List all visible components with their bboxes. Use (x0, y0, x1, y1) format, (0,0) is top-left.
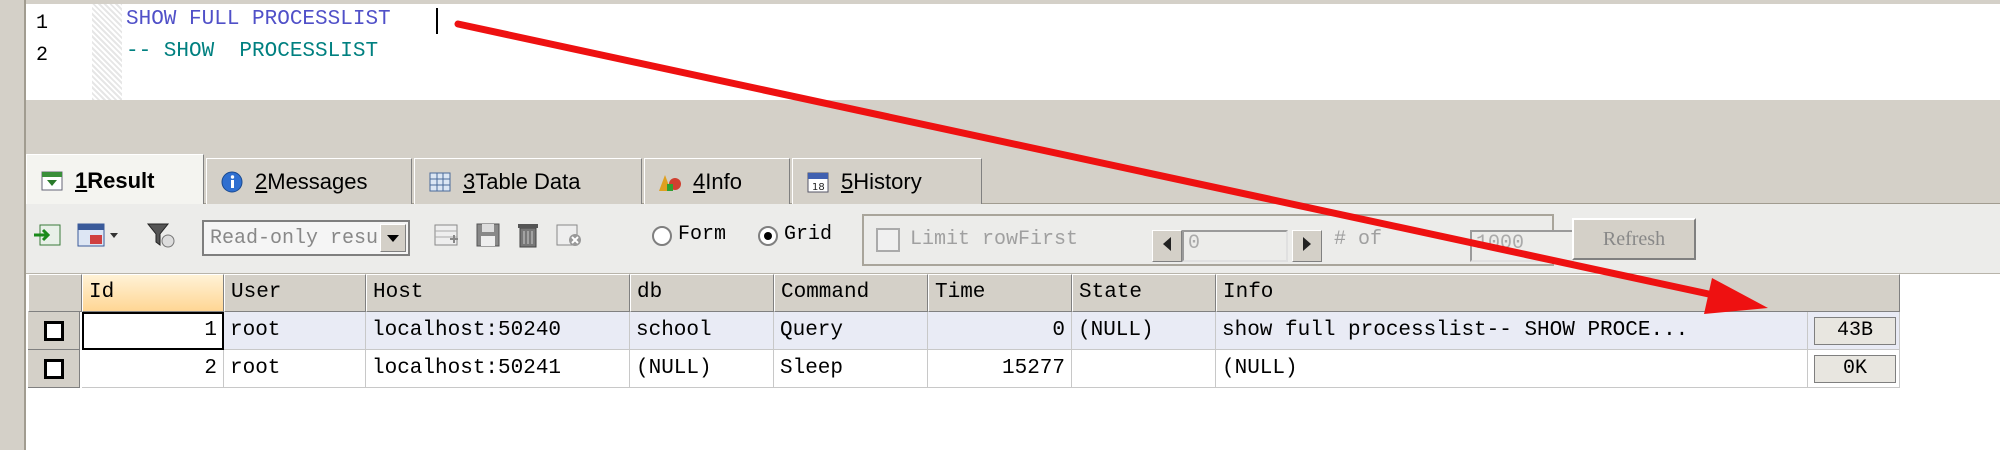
column-header-id[interactable]: Id (82, 274, 224, 312)
grid-corner[interactable] (28, 274, 82, 312)
cell-time[interactable]: 15277 (928, 350, 1072, 388)
tab-result[interactable]: 1 Result (26, 154, 204, 206)
result-toolbar: Read-only result Form Grid Limit rowFirs… (26, 204, 2000, 274)
window-left-edge (0, 0, 26, 450)
grid-view-radio[interactable] (758, 226, 778, 246)
grid-view-icon (76, 221, 122, 254)
chart-icon (657, 170, 683, 194)
filter-button[interactable] (144, 220, 178, 254)
row-selector[interactable] (28, 350, 80, 388)
column-header-db[interactable]: db (630, 274, 774, 312)
tab-table-data[interactable]: 3 Table Data (414, 158, 642, 204)
blob-size-button[interactable]: 43B (1814, 317, 1896, 345)
form-view-radio[interactable] (652, 226, 672, 246)
row-checkbox[interactable] (43, 358, 64, 379)
delete-button[interactable] (512, 220, 546, 254)
save-button[interactable] (472, 220, 506, 254)
row-selector[interactable] (28, 312, 80, 350)
cell-info[interactable]: show full processlist-- SHOW PROCE... (1216, 312, 1808, 350)
limit-rows-label: Limit rowFirst (910, 228, 1079, 251)
cell-host[interactable]: localhost:50240 (366, 312, 630, 350)
cell-id[interactable]: 1 (82, 312, 224, 350)
column-header-info[interactable]: Info (1216, 274, 1900, 312)
view-switch-button[interactable] (74, 220, 124, 254)
column-header-state[interactable]: State (1072, 274, 1216, 312)
calendar-icon: 18 (805, 170, 831, 194)
cell-db[interactable]: (NULL) (630, 350, 774, 388)
grid-view-label: Grid (784, 223, 833, 246)
result-grid: Id User Host db Command Time State Info … (28, 274, 1900, 390)
save-icon (474, 221, 504, 254)
blob-size-button[interactable]: 0K (1814, 355, 1896, 383)
cell-db[interactable]: school (630, 312, 774, 350)
result-tabs: 1 Result 2 Messages 3 Table Data 4 Info … (26, 152, 2000, 206)
cell-command[interactable]: Query (774, 312, 928, 350)
code-line-2[interactable]: -- SHOW PROCESSLIST (126, 40, 378, 63)
column-header-time[interactable]: Time (928, 274, 1072, 312)
first-row-input[interactable]: 0 (1182, 230, 1288, 262)
export-button[interactable] (30, 220, 64, 254)
line-number: 2 (36, 44, 49, 67)
form-view-label: Form (678, 223, 727, 246)
chevron-down-icon[interactable] (380, 224, 406, 252)
export-icon (32, 221, 62, 254)
insert-row-icon (432, 221, 462, 254)
limit-rows-group: Limit rowFirst 0 # of 1000 (862, 214, 1574, 266)
cell-user[interactable]: root (224, 350, 366, 388)
limit-rows-checkbox[interactable] (876, 228, 900, 252)
cell-state[interactable]: (NULL) (1072, 312, 1216, 350)
editor-top-border (26, 0, 2000, 4)
svg-text:18: 18 (812, 182, 825, 193)
rows-count-input[interactable]: 1000 (1470, 230, 1574, 262)
cell-info[interactable]: (NULL) (1216, 350, 1808, 388)
cell-user[interactable]: root (224, 312, 366, 350)
next-page-button[interactable] (1292, 230, 1322, 262)
fold-margin (92, 4, 122, 100)
text-caret (436, 8, 438, 34)
column-header-command[interactable]: Command (774, 274, 928, 312)
line-number: 1 (36, 12, 49, 35)
cell-host[interactable]: localhost:50241 (366, 350, 630, 388)
result-icon (39, 169, 65, 193)
cell-id[interactable]: 2 (82, 350, 224, 388)
info-circle-icon (219, 170, 245, 194)
chevron-right-icon (1301, 236, 1313, 257)
tab-info[interactable]: 4 Info (644, 158, 790, 204)
code-line-1[interactable]: SHOW FULL PROCESSLIST (126, 8, 391, 31)
cell-state[interactable] (1072, 350, 1216, 388)
trash-icon (514, 221, 544, 254)
tab-messages[interactable]: 2 Messages (206, 158, 412, 204)
refresh-button[interactable]: Refresh (1572, 218, 1696, 260)
cancel-changes-button[interactable] (552, 220, 586, 254)
table-icon (427, 170, 453, 194)
cancel-changes-icon (554, 221, 584, 254)
prev-page-button[interactable] (1152, 230, 1182, 262)
column-header-host[interactable]: Host (366, 274, 630, 312)
row-checkbox[interactable] (43, 320, 64, 341)
filter-icon (146, 221, 176, 254)
tab-history[interactable]: 18 5 History (792, 158, 982, 204)
chevron-left-icon (1161, 236, 1173, 257)
splitter-bar[interactable] (26, 100, 2000, 152)
result-mode-select[interactable]: Read-only result (202, 220, 410, 256)
cell-time[interactable]: 0 (928, 312, 1072, 350)
line-number-gutter: 1 2 (26, 4, 92, 100)
rows-count-label: # of (1334, 228, 1383, 251)
cell-command[interactable]: Sleep (774, 350, 928, 388)
insert-row-button[interactable] (430, 220, 464, 254)
column-header-user[interactable]: User (224, 274, 366, 312)
